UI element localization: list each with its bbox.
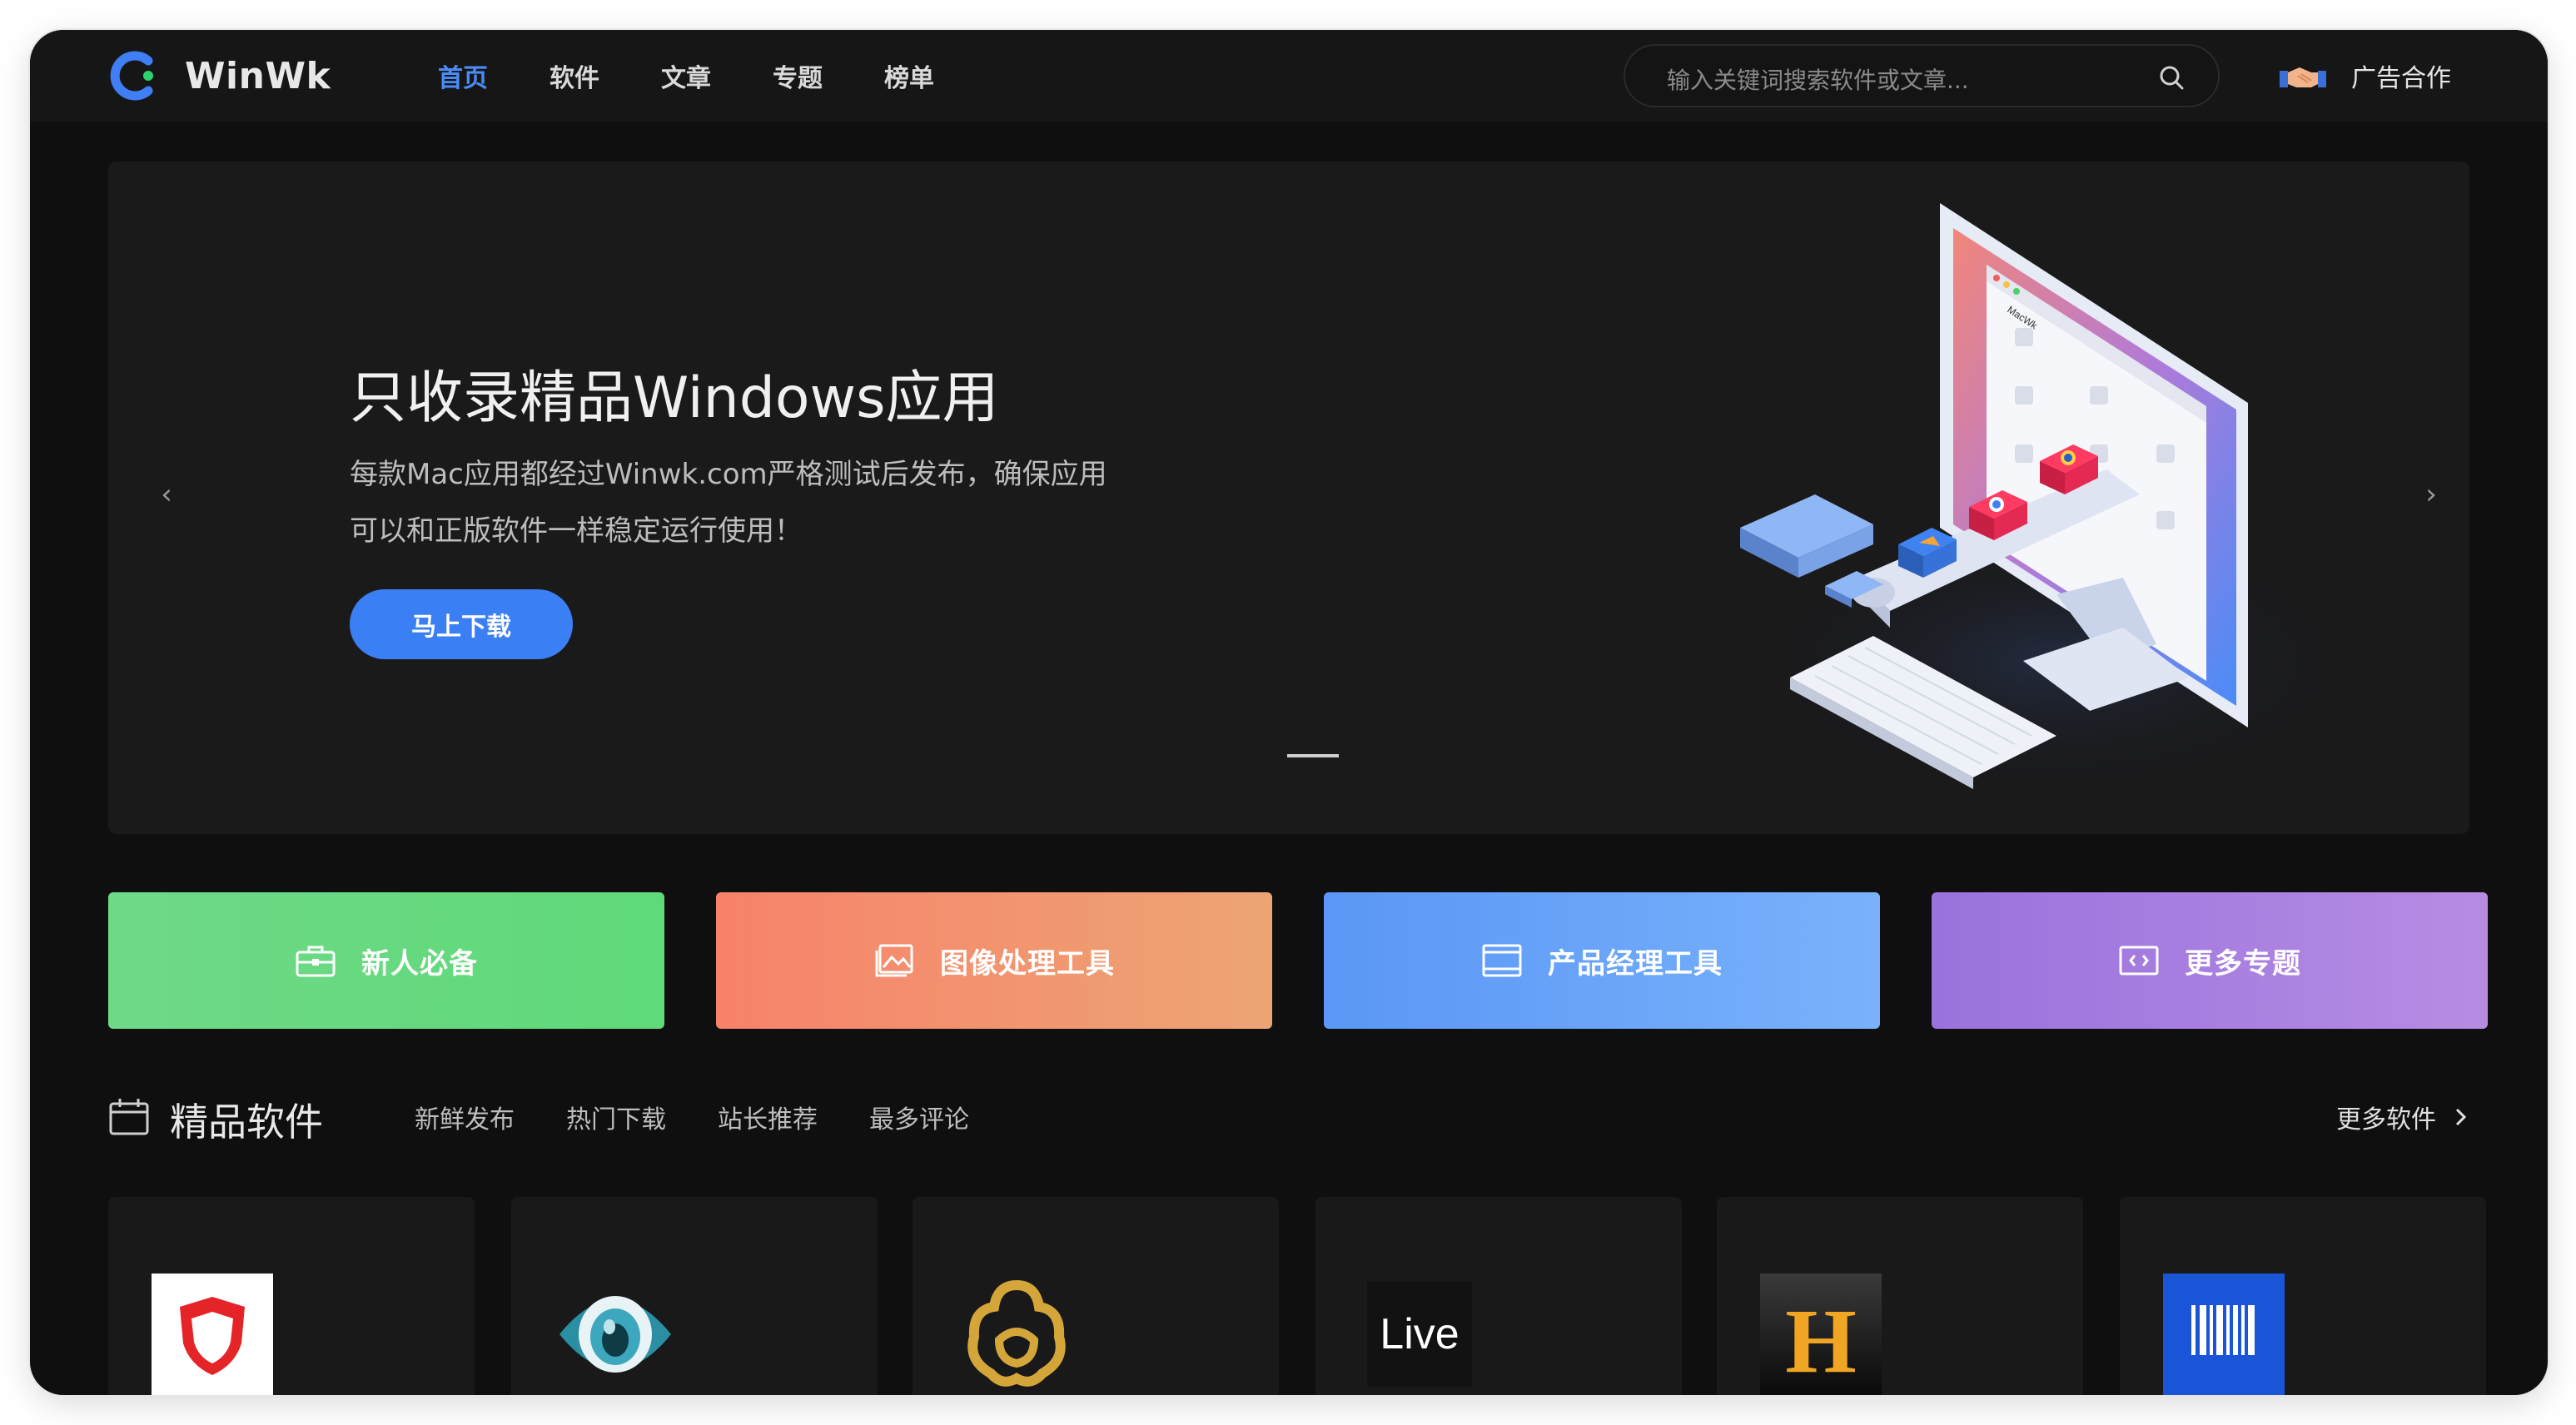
live-app-icon: Live (1367, 1282, 1472, 1387)
eye-app-icon (559, 1296, 671, 1373)
more-software-label: 更多软件 (2336, 1105, 2436, 1135)
logo-text: WinWk (185, 54, 331, 97)
app-card[interactable]: H (1717, 1197, 2083, 1395)
search-icon[interactable] (2158, 64, 2185, 91)
winwk-logo-icon (110, 51, 153, 101)
nav-software[interactable]: 软件 (550, 57, 599, 94)
search-input[interactable]: 输入关键词搜索软件或文章... (1624, 44, 2220, 107)
h-app-icon: H (1760, 1274, 1882, 1395)
topic-card-newcomer[interactable]: 新人必备 (108, 892, 664, 1029)
search-placeholder: 输入关键词搜索软件或文章... (1667, 67, 1969, 94)
chevron-right-icon (2455, 1108, 2467, 1126)
handshake-icon (2280, 67, 2326, 87)
topic-card-pm-tools[interactable]: 产品经理工具 (1324, 892, 1880, 1029)
live-app-text: Live (1380, 1310, 1459, 1358)
browser-window: WinWk 首页 软件 文章 专题 榜单 输入关键词搜索软件或文章... 广告合… (30, 30, 2548, 1395)
topic-card-label: 产品经理工具 (1548, 946, 1723, 981)
topic-card-more[interactable]: 更多专题 (1932, 892, 2488, 1029)
image-icon (875, 944, 913, 977)
barcode-app-icon (2163, 1274, 2285, 1395)
banner-desc-line-2: 可以和正版软件一样稳定运行使用！ (350, 514, 803, 548)
nav-home[interactable]: 首页 (438, 57, 488, 94)
banner-title: 只收录精品Windows应用 (350, 365, 999, 431)
app-card[interactable] (108, 1197, 475, 1395)
hero-banner: ‹ › 只收录精品Windows应用 每款Mac应用都经过Winwk.com严格… (108, 161, 2469, 834)
carousel-indicator[interactable] (1287, 754, 1339, 757)
section-title: 精品软件 (170, 1100, 323, 1144)
featured-software-header: 精品软件 新鲜发布 热门下载 站长推荐 最多评论 更多软件 (108, 1087, 2469, 1145)
nav-topics[interactable]: 专题 (773, 57, 823, 94)
app-card[interactable] (913, 1197, 1279, 1395)
topic-card-image-tools[interactable]: 图像处理工具 (716, 892, 1272, 1029)
carousel-next-button[interactable]: › (2414, 478, 2448, 511)
tab-admin-picks[interactable]: 站长推荐 (718, 1099, 818, 1135)
ad-cooperation-link[interactable]: 广告合作 (2278, 55, 2451, 97)
section-tabs: 新鲜发布 热门下载 站长推荐 最多评论 (415, 1099, 1021, 1135)
nav-rankings[interactable]: 榜单 (884, 57, 934, 94)
shield-app-icon (152, 1274, 273, 1395)
topic-card-label: 新人必备 (361, 946, 478, 981)
window-icon (1482, 944, 1522, 977)
ad-label: 广告合作 (2351, 64, 2451, 93)
tab-new-releases[interactable]: 新鲜发布 (415, 1099, 515, 1135)
download-now-button[interactable]: 马上下载 (350, 589, 573, 659)
computer-illustration: MacWk (1740, 203, 2356, 794)
banner-description: 每款Mac应用都经过Winwk.com严格测试后发布，确保应用 可以和正版软件一… (350, 446, 1124, 559)
app-card[interactable] (2120, 1197, 2486, 1395)
h-app-text: H (1785, 1290, 1857, 1392)
briefcase-icon (296, 946, 336, 977)
banner-desc-line-1: 每款Mac应用都经过Winwk.com严格测试后发布，确保应用 (350, 458, 1107, 491)
app-card[interactable]: Live (1315, 1197, 1682, 1395)
tab-most-comments[interactable]: 最多评论 (869, 1099, 969, 1135)
app-card[interactable] (511, 1197, 878, 1395)
topic-card-label: 更多专题 (2185, 946, 2301, 981)
calendar-icon (109, 1099, 149, 1135)
carousel-prev-button[interactable]: ‹ (150, 478, 183, 511)
top-navbar: WinWk 首页 软件 文章 专题 榜单 输入关键词搜索软件或文章... 广告合… (30, 30, 2548, 122)
tab-hot-downloads[interactable]: 热门下载 (566, 1099, 666, 1135)
main-nav: 首页 软件 文章 专题 榜单 (438, 30, 996, 122)
navicat-app-icon (967, 1279, 1066, 1387)
nav-articles[interactable]: 文章 (661, 57, 711, 94)
more-software-link[interactable]: 更多软件 (2336, 1099, 2469, 1135)
topic-card-label: 图像处理工具 (940, 946, 1115, 981)
site-logo[interactable]: WinWk (110, 47, 331, 105)
code-icon (2119, 946, 2159, 976)
